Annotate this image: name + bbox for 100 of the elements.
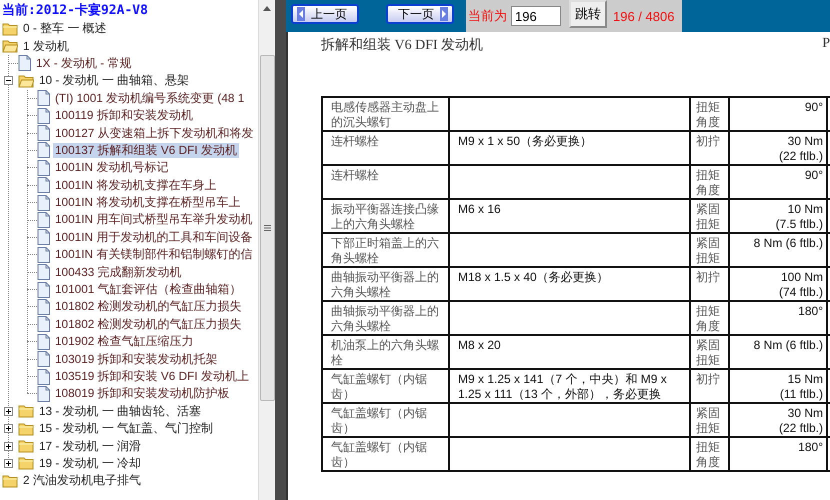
folder-item[interactable]: 13 - 发动机 一 曲轴齿轮、活塞 [37, 404, 204, 419]
scroll-thumb[interactable] [260, 55, 274, 401]
table-cell: 90° [729, 165, 827, 199]
table-cell: M6 x 16 [449, 199, 690, 233]
document-icon [37, 108, 50, 124]
document-icon [37, 90, 50, 106]
document-icon [37, 316, 50, 332]
document-item[interactable]: 1001IN 有关镁制部件和铝制螺钉的信 [53, 247, 254, 262]
table-cell: 机油泵上的六角头螺栓 [322, 335, 449, 369]
document-item[interactable]: 101001 气缸套评估（检查曲轴箱） [53, 282, 244, 298]
page-label: 当前为 [468, 7, 507, 25]
table-cell: 30 Nm (22 ftlb.) [729, 403, 827, 437]
expand-icon[interactable] [4, 442, 13, 451]
document-item[interactable]: 100433 完成翻新发动机 [53, 264, 184, 280]
document-icon [37, 334, 50, 350]
open-folder-icon [18, 74, 34, 88]
document-icon [37, 246, 50, 263]
document-item[interactable]: 1001IN 将发动机支撑在车身上 [53, 178, 218, 193]
folder-icon [18, 456, 34, 470]
folder-item[interactable]: 17 - 发动机 一 润滑 [37, 438, 144, 454]
document-item[interactable]: 100127 从变速箱上拆下发动机和将发 [53, 126, 256, 141]
table-cell: 扭矩角度 [690, 301, 729, 335]
document-icon [37, 177, 50, 194]
table-cell: 连杆螺栓 [322, 131, 449, 165]
folder-item[interactable]: 0 - 整车 一 概述 [21, 21, 109, 36]
document-icon [37, 282, 50, 298]
table-cell: 90° [729, 97, 827, 131]
table-cell: 初拧 [690, 267, 729, 301]
document-icon [37, 194, 50, 211]
table-cell: 曲轴振动平衡器上的六角头螺栓 [322, 267, 449, 301]
document-item[interactable]: 103519 拆卸和安装 V6 DFI 发动机上 [53, 369, 251, 384]
document-icon [37, 229, 50, 246]
next-page-button[interactable]: 下一页 [386, 4, 454, 24]
page-count: 196 / 4806 [613, 8, 674, 24]
document-title: 拆解和组装 V6 DFI 发动机 [321, 36, 484, 55]
document-item[interactable]: 108019 拆卸和安装发动机防护板 [53, 386, 232, 402]
document-icon [18, 55, 31, 72]
table-cell: 8 Nm (6 ftlb.) [729, 233, 827, 267]
table-cell: 初拧 [690, 131, 729, 165]
scrollbar[interactable] [258, 0, 275, 500]
table-cell: 曲轴振动平衡器上的六角头螺栓 [322, 301, 449, 335]
document-item[interactable]: 103019 拆卸和安装发动机托架 [53, 352, 220, 367]
folder-icon [18, 439, 34, 454]
table-cell: 紧固扭矩 [690, 233, 729, 267]
table-cell: 扭矩角度 [690, 165, 729, 199]
current-vehicle-title: 当前:2012-卡宴92A-V8 [1, 2, 149, 20]
table-cell: 扭矩角度 [690, 437, 729, 471]
previous-page-button[interactable]: 上一页 [291, 4, 359, 24]
document-item[interactable]: 100119 拆卸和安装发动机 [53, 108, 195, 124]
document-icon [37, 212, 50, 228]
table-cell: 100 Nm (74 ftlb.) [729, 267, 827, 301]
folder-item[interactable]: 19 - 发动机 一 冷却 [37, 456, 144, 471]
document-item[interactable]: 1001IN 用于发动机的工具和车间设备 [53, 230, 254, 245]
page-number-field[interactable]: 196 [511, 6, 561, 26]
expand-icon[interactable] [4, 424, 13, 434]
document-icon [37, 298, 50, 315]
expand-icon[interactable] [4, 406, 13, 416]
table-cell: 初拧 [690, 369, 729, 403]
folder-item[interactable]: 1 发动机 [21, 38, 71, 54]
table-cell: 气缸盖螺钉（内锯齿） [322, 369, 449, 403]
document-icon [37, 125, 50, 142]
table-cell: 紧固扭矩 [690, 335, 729, 369]
document-icon [37, 142, 50, 158]
table-cell: 气缸盖螺钉（内锯齿） [322, 437, 449, 471]
document-icon [37, 264, 50, 280]
table-cell: 振动平衡器连接凸缘上的六角头螺栓 [322, 199, 449, 233]
table-cell: 8 Nm (6 ftlb.) [729, 335, 827, 369]
folder-item[interactable]: 2 汽油发动机电子排气 [21, 473, 143, 488]
document-item[interactable]: 1001IN 发动机号标记 [53, 160, 170, 176]
table-cell: M9 x 1.25 x 141（7 个，中央）和 M9 x 1.25 x 111（13 个，外部），务必更换 [449, 369, 690, 403]
table-cell: M18 x 1.5 x 40（务必更换） [449, 267, 690, 301]
scroll-up-icon[interactable] [263, 6, 271, 11]
document-item[interactable]: 101802 检测发动机的气缸压力损失 [53, 299, 244, 314]
page-corner-text: P [822, 36, 830, 53]
expand-icon[interactable] [4, 458, 13, 468]
right-arrow-icon [440, 7, 448, 21]
go-button[interactable]: 跳转 [569, 0, 607, 28]
folder-item[interactable]: 10 - 发动机 一 曲轴箱、悬架 [37, 73, 192, 88]
table-cell: 10 Nm (7.5 ftlb.) [729, 199, 827, 233]
document-icon [37, 160, 50, 176]
table-cell: 扭矩角度 [690, 97, 729, 131]
collapse-icon[interactable] [4, 76, 13, 86]
document-icon [37, 351, 50, 368]
table-cell: 15 Nm (11 ftlb.) [729, 369, 827, 403]
table-cell: 气缸盖螺钉（内锯齿） [322, 403, 449, 437]
table-cell: 紧固扭矩 [690, 403, 729, 437]
document-item[interactable]: 101902 检查气缸压缩压力 [53, 334, 196, 350]
folder-item[interactable]: 15 - 发动机 一 气缸盖、气门控制 [37, 421, 216, 436]
document-icon [37, 386, 50, 402]
document-item[interactable]: 1X - 发动机 - 常规 [34, 56, 134, 71]
table-cell: 30 Nm (22 ftlb.) [729, 131, 827, 165]
folder-icon [18, 422, 34, 436]
document-item[interactable]: (TI) 1001 发动机编号系统变更 (48 1 [53, 90, 246, 106]
document-item[interactable]: 1001IN 用车间式桥型吊车举升发动机 [53, 212, 254, 228]
document-item[interactable]: 101802 检测发动机的气缸压力损失 [53, 316, 244, 332]
document-item[interactable]: 100137 拆解和组装 V6 DFI 发动机 [53, 142, 239, 158]
table-cell: 下部正时箱盖上的六角头螺栓 [322, 233, 449, 267]
document-icon [37, 368, 50, 384]
document-item[interactable]: 1001IN 将发动机支撑在桥型吊车上 [53, 195, 242, 210]
table-cell: 电感传感器主动盘上的沉头螺钉 [322, 97, 449, 131]
